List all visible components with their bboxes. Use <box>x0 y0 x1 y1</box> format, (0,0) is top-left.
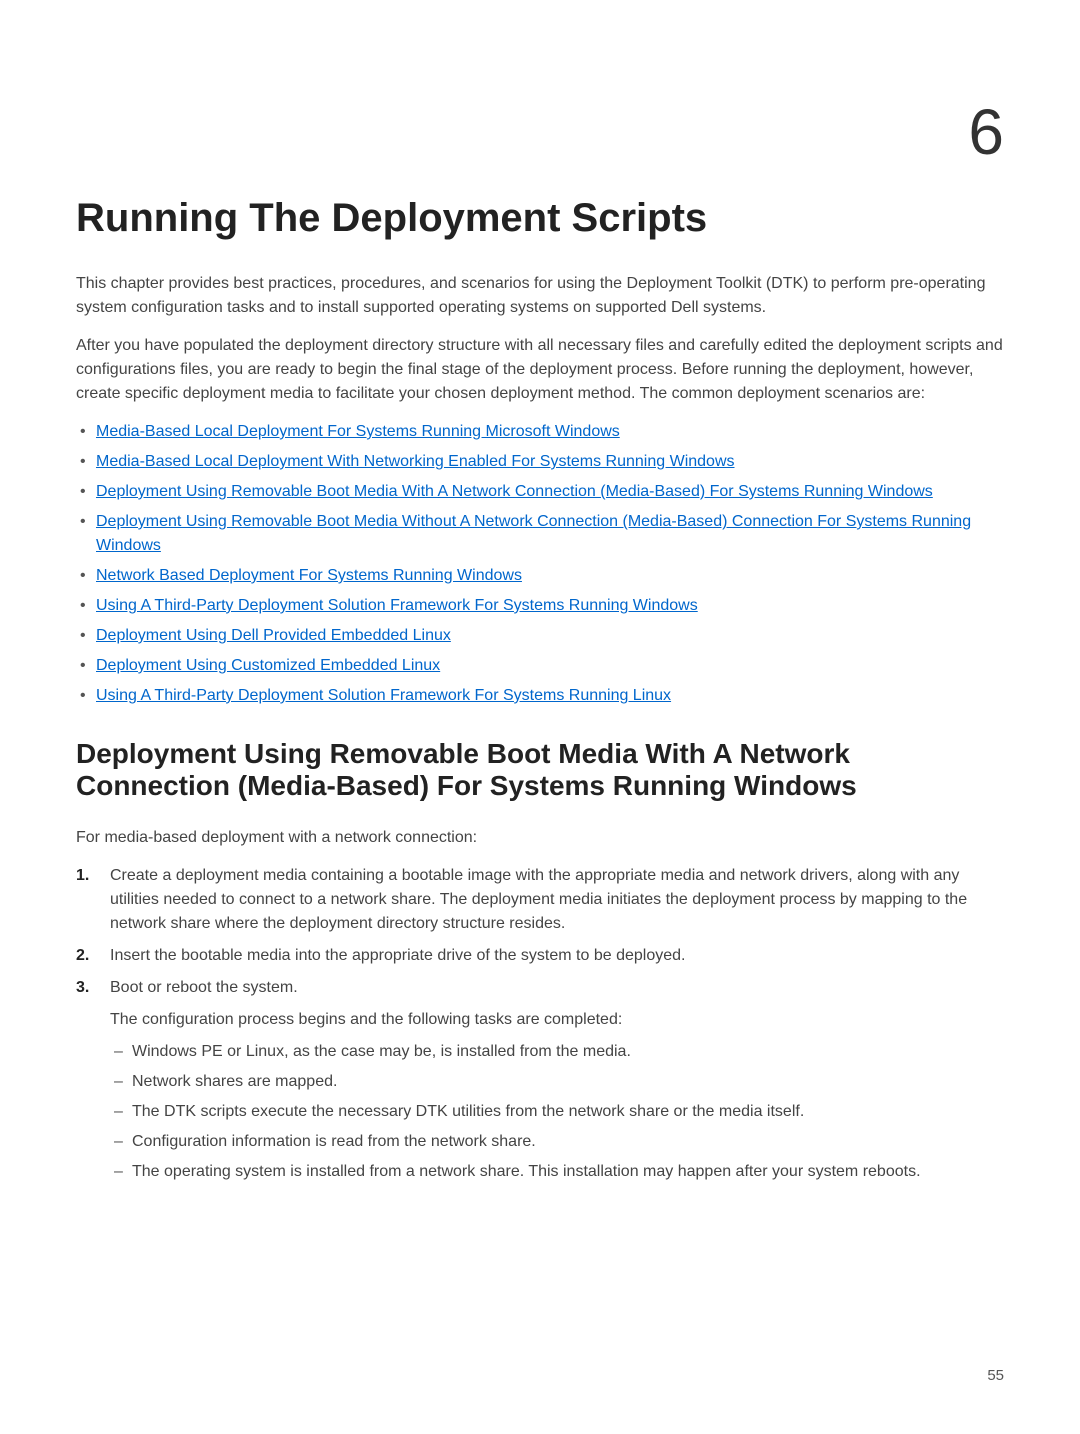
scenario-link[interactable]: Deployment Using Removable Boot Media Wi… <box>96 513 971 554</box>
chapter-number: 6 <box>76 100 1004 164</box>
sub-task-item: The DTK scripts execute the necessary DT… <box>132 1100 1004 1124</box>
section-intro: For media-based deployment with a networ… <box>76 826 1004 850</box>
sub-task-item: The operating system is installed from a… <box>132 1160 1004 1184</box>
scenario-link[interactable]: Deployment Using Dell Provided Embedded … <box>96 627 451 644</box>
list-item: Deployment Using Removable Boot Media Wi… <box>96 510 1004 558</box>
scenario-link-list: Media-Based Local Deployment For Systems… <box>76 420 1004 708</box>
list-item: Deployment Using Removable Boot Media Wi… <box>96 480 1004 504</box>
sub-task-item: Windows PE or Linux, as the case may be,… <box>132 1040 1004 1064</box>
list-item: Using A Third-Party Deployment Solution … <box>96 684 1004 708</box>
scenario-link[interactable]: Deployment Using Removable Boot Media Wi… <box>96 483 933 500</box>
sub-task-item: Network shares are mapped. <box>132 1070 1004 1094</box>
step-text: Create a deployment media containing a b… <box>110 867 967 932</box>
scenario-link[interactable]: Network Based Deployment For Systems Run… <box>96 567 522 584</box>
scenario-link[interactable]: Media-Based Local Deployment For Systems… <box>96 423 620 440</box>
step-text: Insert the bootable media into the appro… <box>110 947 685 964</box>
list-item: Network Based Deployment For Systems Run… <box>96 564 1004 588</box>
intro-paragraph-1: This chapter provides best practices, pr… <box>76 272 1004 320</box>
list-item: Deployment Using Dell Provided Embedded … <box>96 624 1004 648</box>
step-text: Boot or reboot the system. <box>110 979 298 996</box>
step-number: 1. <box>76 864 89 888</box>
list-item: Media-Based Local Deployment With Networ… <box>96 450 1004 474</box>
step-item: 3. Boot or reboot the system. The config… <box>110 976 1004 1184</box>
sub-task-item: Configuration information is read from t… <box>132 1130 1004 1154</box>
scenario-link[interactable]: Deployment Using Customized Embedded Lin… <box>96 657 440 674</box>
steps-list: 1. Create a deployment media containing … <box>76 864 1004 1184</box>
step-item: 2. Insert the bootable media into the ap… <box>110 944 1004 968</box>
page-number: 55 <box>987 1367 1004 1384</box>
intro-paragraph-2: After you have populated the deployment … <box>76 334 1004 406</box>
scenario-link[interactable]: Media-Based Local Deployment With Networ… <box>96 453 735 470</box>
scenario-link[interactable]: Using A Third-Party Deployment Solution … <box>96 687 671 704</box>
step-sub-text: The configuration process begins and the… <box>110 1008 1004 1032</box>
list-item: Using A Third-Party Deployment Solution … <box>96 594 1004 618</box>
list-item: Media-Based Local Deployment For Systems… <box>96 420 1004 444</box>
sub-task-list: Windows PE or Linux, as the case may be,… <box>110 1040 1004 1184</box>
section-heading: Deployment Using Removable Boot Media Wi… <box>76 738 1004 802</box>
chapter-title: Running The Deployment Scripts <box>76 194 1004 242</box>
step-number: 3. <box>76 976 89 1000</box>
step-number: 2. <box>76 944 89 968</box>
scenario-link[interactable]: Using A Third-Party Deployment Solution … <box>96 597 698 614</box>
list-item: Deployment Using Customized Embedded Lin… <box>96 654 1004 678</box>
step-item: 1. Create a deployment media containing … <box>110 864 1004 936</box>
